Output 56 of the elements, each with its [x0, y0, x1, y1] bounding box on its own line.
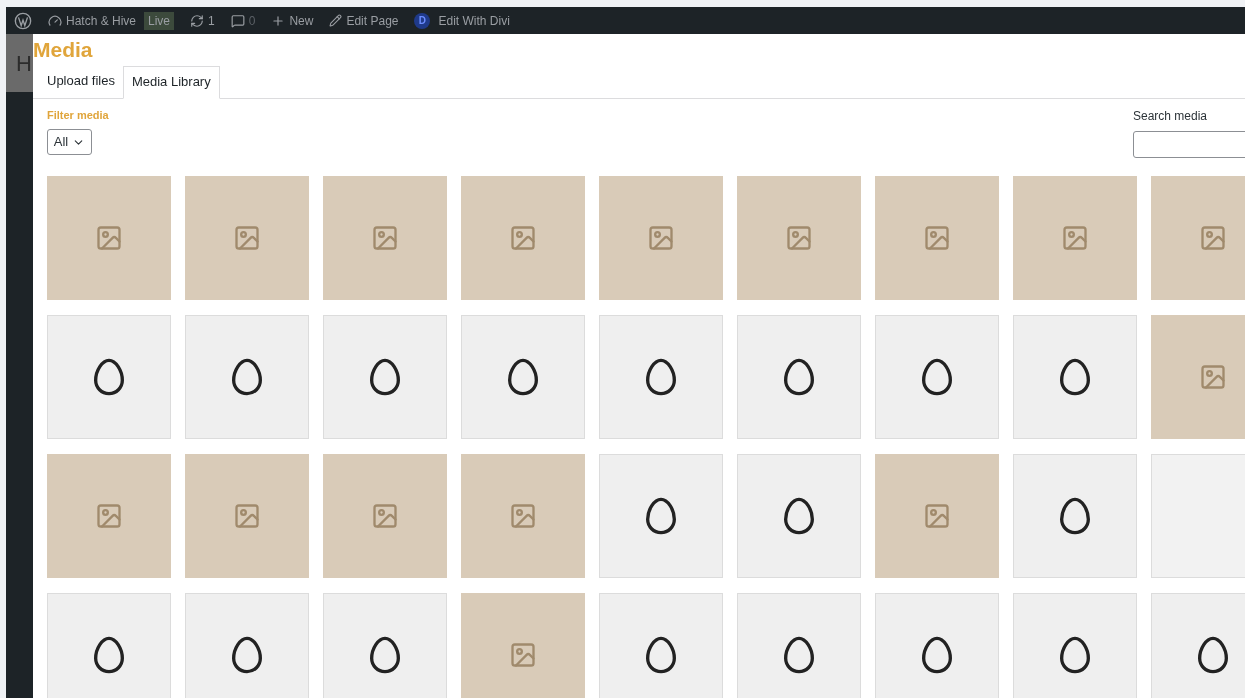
- image-icon: [371, 223, 399, 252]
- image-icon: [1061, 223, 1089, 252]
- image-icon: [233, 501, 261, 530]
- illustration-thumbnail[interactable]: [185, 592, 309, 698]
- site-link[interactable]: Hatch & Hive: [48, 11, 137, 30]
- illustration-thumbnail[interactable]: [461, 314, 585, 439]
- image-icon: [233, 223, 261, 252]
- image-icon: [509, 501, 537, 530]
- edit-page-link[interactable]: Edit Page: [329, 11, 399, 30]
- image-icon: [509, 640, 537, 669]
- page-heading: H: [16, 49, 32, 78]
- illustration-thumbnail[interactable]: [1013, 314, 1137, 439]
- illustration-thumbnail[interactable]: [47, 592, 171, 698]
- illustration-thumbnail[interactable]: [737, 592, 861, 698]
- image-icon: [923, 501, 951, 530]
- blank-thumbnail[interactable]: [1151, 453, 1245, 578]
- image-icon: [923, 223, 951, 252]
- illustration-thumbnail[interactable]: [875, 592, 999, 698]
- live-badge: Live: [144, 11, 175, 30]
- search-label: Search media: [1133, 107, 1209, 125]
- image-icon: [647, 223, 675, 252]
- new-link[interactable]: New: [271, 11, 314, 30]
- illustration-thumbnail[interactable]: [599, 592, 723, 698]
- image-icon: [1199, 362, 1227, 391]
- image-icon: [785, 223, 813, 252]
- divi-link[interactable]: D Edit With Divi: [414, 11, 510, 30]
- image-icon: [1199, 223, 1227, 252]
- image-icon: [509, 223, 537, 252]
- illustration-thumbnail[interactable]: [599, 314, 723, 439]
- updates-link[interactable]: 1: [190, 11, 215, 30]
- tab[interactable]: Upload files: [39, 64, 123, 98]
- illustration-thumbnail[interactable]: [323, 314, 447, 439]
- illustration-thumbnail[interactable]: [185, 314, 309, 439]
- illustration-thumbnail[interactable]: [737, 453, 861, 578]
- modal-title: Media: [33, 37, 94, 63]
- illustration-thumbnail[interactable]: [323, 592, 447, 698]
- image-icon: [371, 501, 399, 530]
- divi-logo: D: [414, 12, 431, 29]
- search-field[interactable]: [1133, 130, 1245, 158]
- illustration-thumbnail[interactable]: [1013, 592, 1137, 698]
- comment-icon: [230, 13, 245, 28]
- wordpress-logo-icon[interactable]: [14, 11, 32, 30]
- dashboard-icon: [48, 13, 62, 28]
- illustration-thumbnail[interactable]: [1013, 453, 1137, 578]
- refresh-icon: [190, 13, 205, 28]
- filter-dropdown[interactable]: All: [47, 129, 92, 155]
- illustration-thumbnail[interactable]: [737, 314, 861, 439]
- image-icon: [95, 223, 123, 252]
- plus-icon: [271, 13, 286, 28]
- filter-label: Filter media: [47, 107, 109, 123]
- illustration-thumbnail[interactable]: [875, 314, 999, 439]
- pencil-icon: [329, 14, 343, 27]
- illustration-thumbnail[interactable]: [599, 453, 723, 578]
- illustration-thumbnail[interactable]: [47, 314, 171, 439]
- tab[interactable]: Media Library: [122, 65, 220, 99]
- image-icon: [95, 501, 123, 530]
